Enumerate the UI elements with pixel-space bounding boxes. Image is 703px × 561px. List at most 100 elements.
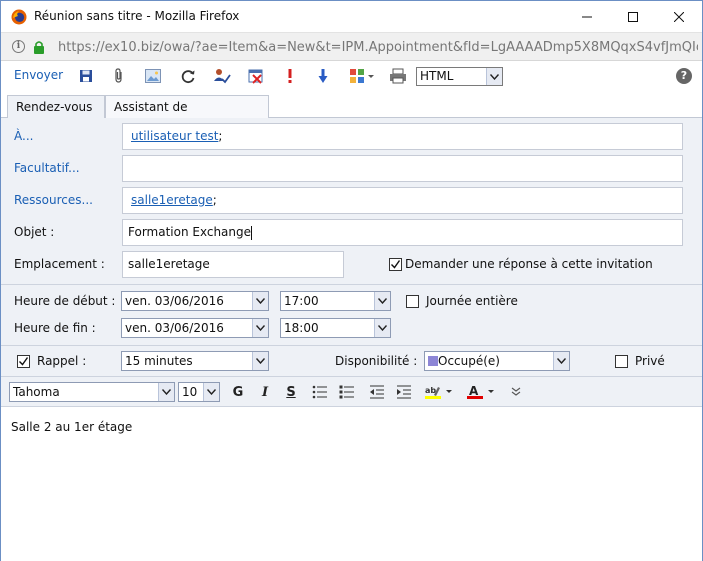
body-text: Salle 2 au 1er étage — [11, 420, 133, 434]
availability-value: Occupé(e) — [438, 354, 500, 368]
more-options-icon[interactable] — [507, 383, 525, 401]
chevron-down-icon — [374, 292, 390, 310]
chevron-down-icon — [486, 68, 502, 85]
info-icon[interactable]: i — [12, 40, 25, 53]
url-field[interactable]: https://ex10.biz/owa/?ae=Item&a=New&t=IP… — [58, 40, 698, 55]
firefox-icon — [11, 9, 27, 25]
numbered-list-icon[interactable] — [338, 383, 356, 401]
tab-appointment[interactable]: Rendez-vous — [7, 95, 105, 119]
chevron-down-icon — [553, 352, 569, 370]
svg-text:A: A — [469, 384, 479, 398]
cancel-calendar-icon[interactable] — [247, 67, 265, 85]
subject-field[interactable]: Formation Exchange — [122, 219, 683, 246]
font-size-value: 10 — [182, 385, 198, 399]
title-bar: Réunion sans titre - Mozilla Firefox — [1, 1, 702, 32]
format-select[interactable]: HTML — [416, 67, 503, 86]
start-label: Heure de début : — [14, 294, 116, 308]
location-label: Emplacement : — [14, 257, 105, 271]
outdent-icon[interactable] — [368, 383, 386, 401]
divider — [1, 284, 702, 285]
check-names-icon[interactable] — [213, 67, 231, 85]
busy-color-swatch — [428, 356, 438, 366]
to-field[interactable]: utilisateur test; — [122, 123, 683, 150]
reminder-select[interactable]: 15 minutes — [121, 351, 269, 371]
chevron-down-icon — [158, 383, 174, 401]
save-icon[interactable] — [77, 67, 95, 85]
italic-button[interactable]: I — [256, 383, 274, 401]
refresh-icon[interactable] — [179, 67, 197, 85]
to-label[interactable]: À... — [14, 129, 33, 143]
url-bar: i https://ex10.biz/owa/?ae=Item&a=New&t=… — [1, 32, 702, 61]
subject-label: Objet : — [14, 225, 55, 239]
private-label: Privé — [635, 354, 665, 368]
font-select[interactable]: Tahoma — [9, 382, 175, 402]
help-icon[interactable]: ? — [676, 68, 692, 84]
lock-icon — [34, 41, 44, 54]
close-icon — [674, 11, 684, 22]
bold-button[interactable]: G — [229, 383, 247, 401]
checkmark-icon — [19, 357, 29, 366]
indent-icon[interactable] — [395, 383, 413, 401]
tab-bar: Rendez-vous Assistant de planification — [1, 90, 702, 136]
chevron-down-icon — [252, 292, 268, 310]
highlight-color-icon[interactable]: ab — [424, 383, 454, 401]
close-button[interactable] — [656, 1, 702, 32]
optional-field[interactable] — [122, 155, 683, 182]
start-date-value: ven. 03/06/2016 — [125, 294, 224, 308]
chevron-down-icon — [252, 319, 268, 337]
tab-scheduling-assistant[interactable]: Assistant de planification — [105, 95, 269, 136]
resource-room[interactable]: salle1eretage — [131, 193, 213, 207]
attach-icon[interactable] — [110, 67, 128, 85]
end-time-value: 18:00 — [284, 321, 319, 335]
font-size-select[interactable]: 10 — [178, 382, 220, 402]
chevron-down-icon — [203, 383, 219, 401]
availability-label: Disponibilité : — [335, 354, 418, 368]
reminder-checkbox[interactable] — [17, 355, 30, 368]
reminder-value: 15 minutes — [125, 354, 193, 368]
chevron-down-icon — [374, 319, 390, 337]
to-recipient[interactable]: utilisateur test — [131, 129, 218, 143]
request-response-checkbox[interactable] — [389, 258, 402, 271]
image-icon[interactable] — [144, 67, 162, 85]
importance-low-icon[interactable] — [314, 67, 332, 85]
checkmark-icon — [391, 260, 401, 269]
text-cursor — [251, 225, 253, 240]
chevron-down-icon — [252, 352, 268, 370]
categories-icon[interactable] — [348, 67, 376, 85]
font-value: Tahoma — [13, 385, 60, 399]
format-select-value: HTML — [420, 69, 454, 83]
resources-label[interactable]: Ressources... — [14, 193, 93, 207]
underline-button[interactable]: S — [282, 383, 300, 401]
start-time-select[interactable]: 17:00 — [280, 291, 391, 311]
maximize-icon — [628, 11, 638, 22]
subject-value: Formation Exchange — [128, 225, 252, 239]
maximize-button[interactable] — [610, 1, 656, 32]
resources-field[interactable]: salle1eretage; — [122, 187, 683, 214]
font-color-icon[interactable]: A — [466, 383, 496, 401]
toolbar: Envoyer HTML — [1, 61, 702, 90]
optional-label[interactable]: Facultatif... — [14, 161, 80, 175]
end-label: Heure de fin : — [14, 321, 96, 335]
all-day-label: Journée entière — [426, 294, 518, 308]
location-field[interactable]: salle1eretage — [122, 251, 344, 278]
end-date-select[interactable]: ven. 03/06/2016 — [121, 318, 269, 338]
start-date-select[interactable]: ven. 03/06/2016 — [121, 291, 269, 311]
appointment-form: À... utilisateur test; Facultatif... Res… — [1, 118, 702, 376]
all-day-checkbox[interactable] — [406, 295, 419, 308]
importance-high-icon[interactable] — [281, 67, 299, 85]
minimize-button[interactable] — [564, 1, 610, 32]
print-icon[interactable] — [389, 67, 407, 85]
minimize-icon — [582, 16, 592, 17]
formatting-toolbar: Tahoma 10 G I S ab A — [1, 376, 702, 407]
private-checkbox[interactable] — [615, 355, 628, 368]
send-button[interactable]: Envoyer — [14, 68, 63, 82]
request-response-label: Demander une réponse à cette invitation — [405, 257, 653, 271]
availability-select[interactable]: Occupé(e) — [424, 351, 570, 371]
end-time-select[interactable]: 18:00 — [280, 318, 391, 338]
window-title: Réunion sans titre - Mozilla Firefox — [34, 9, 240, 23]
reminder-label: Rappel : — [37, 354, 87, 368]
start-time-value: 17:00 — [284, 294, 319, 308]
message-body[interactable]: Salle 2 au 1er étage — [1, 407, 702, 561]
end-date-value: ven. 03/06/2016 — [125, 321, 224, 335]
bullet-list-icon[interactable] — [311, 383, 329, 401]
